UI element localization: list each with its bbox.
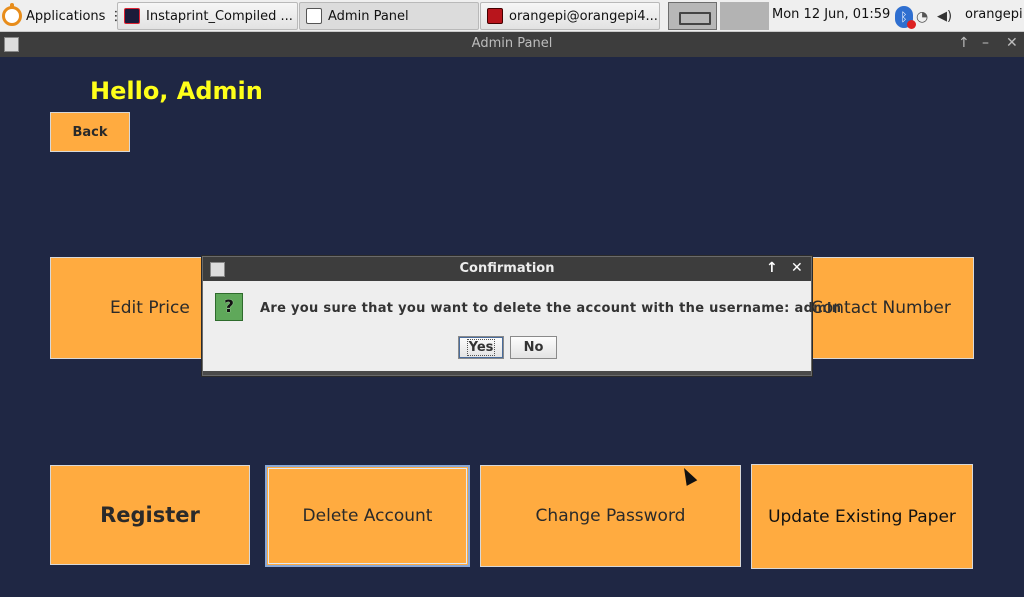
task-terminal[interactable]: orangepi@orangepi4...	[480, 2, 660, 30]
greeting: Hello, Admin	[90, 77, 263, 105]
dialog-title: Confirmation	[459, 261, 555, 276]
confirmation-dialog: Confirmation ↑ ✕ ? Are you sure that you…	[202, 256, 841, 376]
dialog-titlebar: Confirmation ↑ ✕	[203, 257, 811, 281]
close-icon[interactable]: ✕	[791, 260, 803, 276]
question-icon: ?	[215, 293, 243, 321]
back-button[interactable]: Back	[50, 112, 130, 152]
yes-button[interactable]: Yes	[458, 336, 504, 359]
maximize-icon[interactable]: ↑	[766, 260, 778, 276]
clock[interactable]: Mon 12 Jun, 01:59	[772, 7, 890, 22]
no-button[interactable]: No	[510, 336, 557, 359]
workspace-1[interactable]	[668, 2, 717, 30]
maximize-icon[interactable]: ↑	[958, 35, 970, 51]
close-icon[interactable]: ✕	[1006, 35, 1018, 51]
task-label: orangepi@orangepi4...	[509, 8, 658, 24]
system-tray: ᛒ ◔ ◀)	[895, 6, 953, 29]
terminal-icon	[487, 8, 503, 24]
wifi-icon[interactable]: ◔	[916, 9, 934, 25]
dialog-bottom-border	[203, 371, 811, 375]
task-label: Instaprint_Compiled ...	[146, 8, 293, 24]
taskbar: Applications ⋮ Instaprint_Compiled ... A…	[0, 0, 1024, 32]
applications-label: Applications ⋮	[26, 8, 123, 24]
task-instaprint[interactable]: Instaprint_Compiled ...	[117, 2, 298, 30]
window-title: Admin Panel	[471, 36, 553, 51]
task-label: Admin Panel	[328, 8, 409, 24]
update-paper-button[interactable]: Update Existing Paper	[751, 464, 973, 569]
window-titlebar: Admin Panel ↑ – ✕	[0, 32, 1024, 57]
volume-icon[interactable]: ◀)	[937, 9, 953, 25]
delete-account-button[interactable]: Delete Account	[265, 465, 470, 567]
edit-price-button[interactable]: Edit Price	[50, 257, 210, 359]
register-button[interactable]: Register	[50, 465, 250, 565]
task-admin-panel[interactable]: Admin Panel	[299, 2, 479, 30]
change-password-button[interactable]: Change Password	[480, 465, 741, 567]
user-menu[interactable]: orangepi	[965, 7, 1023, 22]
java-icon	[306, 8, 322, 24]
bluetooth-icon[interactable]: ᛒ	[895, 6, 916, 29]
applications-menu[interactable]: Applications ⋮	[2, 3, 123, 29]
orangepi-logo-icon	[2, 3, 22, 26]
minimize-icon[interactable]: –	[982, 35, 989, 51]
intellij-icon	[124, 8, 140, 24]
dialog-message: Are you sure that you want to delete the…	[260, 301, 842, 316]
workspace-2[interactable]	[720, 2, 769, 30]
yes-label: Yes	[466, 339, 496, 356]
